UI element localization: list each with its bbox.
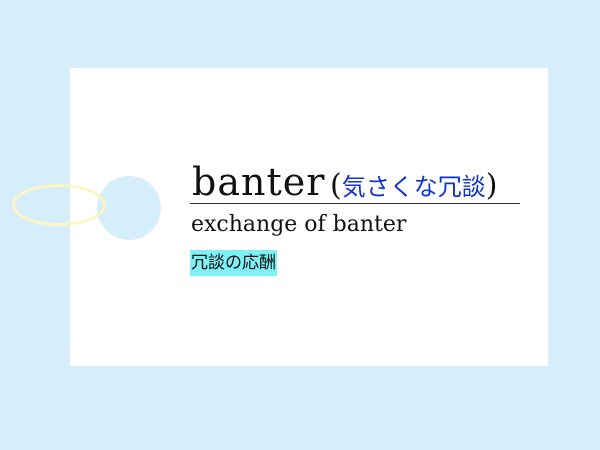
example-phrase-ja: 冗談の応酬 xyxy=(190,250,277,276)
headword: banter xyxy=(192,160,326,204)
headword-row: banter (気さくな冗談) xyxy=(190,152,520,204)
gloss-paren-open: ( xyxy=(330,168,342,203)
gloss-paren-close: ) xyxy=(485,168,498,203)
card-string-loop xyxy=(12,184,106,226)
example-phrase-en: exchange of banter xyxy=(191,212,407,237)
card-hole xyxy=(97,176,161,240)
gloss-group: (気さくな冗談) xyxy=(330,171,497,201)
gloss-translation: 気さくな冗談 xyxy=(341,173,486,201)
